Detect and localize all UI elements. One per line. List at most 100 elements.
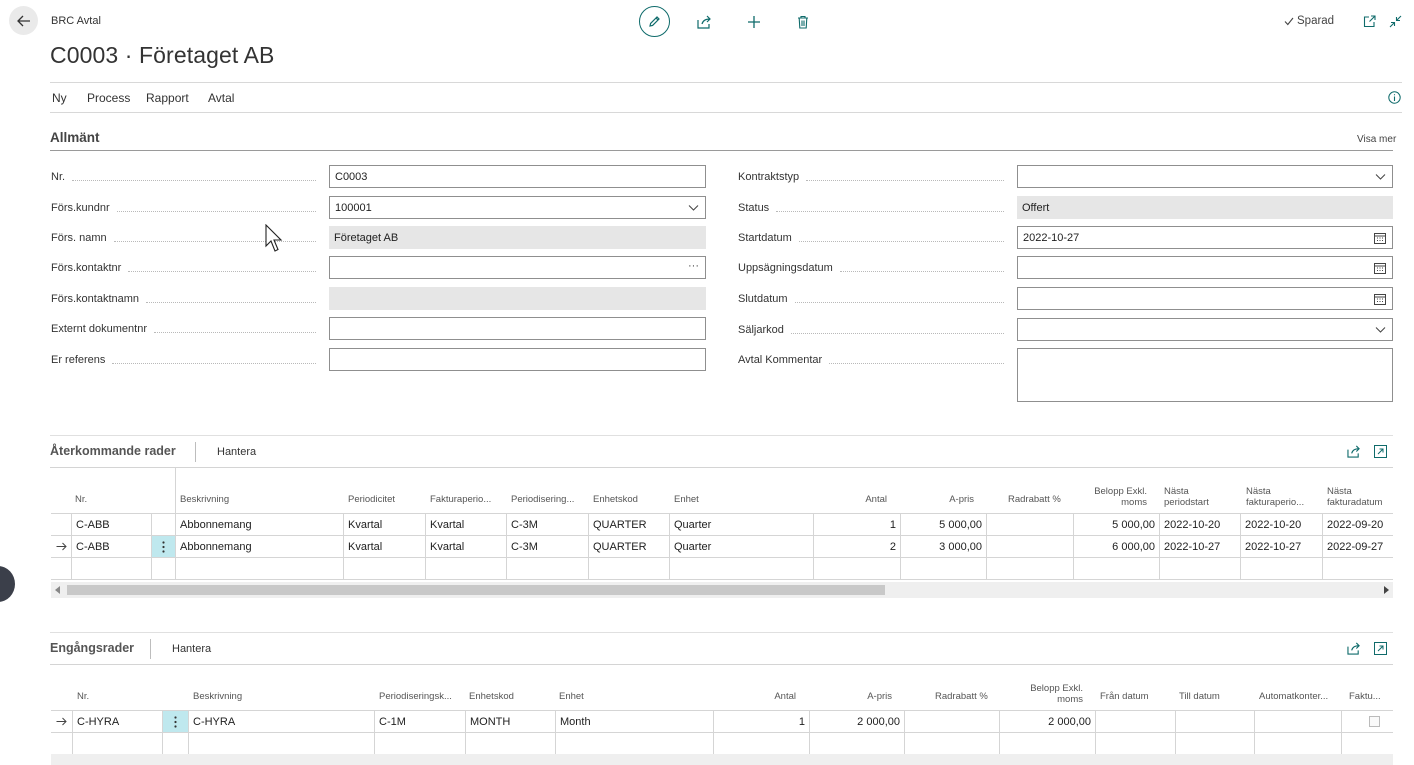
cell-empty[interactable] (713, 733, 809, 754)
cell-line-discount[interactable] (904, 711, 999, 732)
share-button[interactable] (694, 12, 714, 32)
cell-unit[interactable]: Month (555, 711, 713, 732)
col-header-description[interactable]: Beskrivning (180, 494, 229, 505)
cell-empty[interactable] (343, 558, 425, 579)
col-header-invoice-period[interactable]: Fakturaperio... (430, 494, 491, 505)
action-rapport[interactable]: Rapport (146, 91, 189, 105)
termination-date-input[interactable] (1017, 256, 1393, 279)
cell-empty[interactable] (904, 733, 999, 754)
col-header-unit-code[interactable]: Enhetskod (593, 494, 638, 505)
action-ny[interactable]: Ny (52, 91, 67, 105)
recurring-expand-button[interactable] (1372, 443, 1388, 459)
cell-invoice-period[interactable]: Kvartal (425, 536, 506, 557)
col-header-nr[interactable]: Nr. (77, 691, 89, 702)
col-header-amount[interactable]: Belopp Exkl. moms (1000, 683, 1083, 705)
start-date-input[interactable]: 2022-10-27 (1017, 226, 1393, 249)
cell-empty[interactable] (506, 558, 588, 579)
comment-textarea[interactable] (1017, 348, 1393, 402)
onetime-manage-menu[interactable]: Hantera (172, 643, 211, 655)
cell-next-invoice-date[interactable]: 2022-09-27 (1322, 536, 1393, 557)
cell-next-invoice-period[interactable]: 2022-10-20 (1240, 514, 1322, 535)
col-header-line-discount[interactable]: Radrabatt % (935, 691, 988, 702)
table-row[interactable]: C-HYRA C-HYRA C-1M MONTH Month 1 2 000,0… (51, 710, 1393, 733)
cell-unit-code[interactable]: MONTH (465, 711, 555, 732)
cell-description[interactable]: Abbonnemang (175, 536, 343, 557)
cell-accrual[interactable]: C-3M (506, 514, 588, 535)
cell-quantity[interactable]: 2 (813, 536, 900, 557)
cell-empty[interactable] (72, 733, 162, 754)
cell-unit[interactable]: Quarter (669, 514, 813, 535)
show-more-link[interactable]: Visa mer (1357, 134, 1396, 145)
row-menu-button[interactable] (162, 711, 188, 732)
col-header-quantity[interactable]: Antal (715, 691, 796, 702)
edit-button[interactable] (639, 6, 670, 37)
cell-empty[interactable] (809, 733, 904, 754)
cell-empty[interactable] (175, 558, 343, 579)
table-row-empty[interactable] (51, 732, 1393, 755)
cell-empty[interactable] (1159, 558, 1240, 579)
cell-empty[interactable] (188, 733, 374, 754)
col-header-from-date[interactable]: Från datum (1100, 691, 1149, 702)
col-header-periodicity[interactable]: Periodicitet (348, 494, 395, 505)
cell-description[interactable]: C-HYRA (188, 711, 374, 732)
scroll-right-icon[interactable] (1383, 586, 1389, 594)
scroll-left-icon[interactable] (55, 586, 61, 594)
col-header-unit[interactable]: Enhet (674, 494, 699, 505)
col-header-to-date[interactable]: Till datum (1179, 691, 1220, 702)
bottom-scrollbar-track[interactable] (51, 754, 1393, 765)
recurring-share-button[interactable] (1346, 443, 1362, 459)
cell-periodicity[interactable]: Kvartal (343, 514, 425, 535)
back-button[interactable] (9, 6, 38, 35)
cell-to-date[interactable] (1175, 711, 1254, 732)
cell-nr[interactable]: C-ABB (71, 536, 151, 557)
col-header-unit-price[interactable]: A-pris (810, 691, 892, 702)
col-header-line-discount[interactable]: Radrabatt % (1008, 494, 1061, 505)
recurring-manage-menu[interactable]: Hantera (217, 446, 256, 458)
cell-unit[interactable]: Quarter (669, 536, 813, 557)
cell-empty[interactable] (465, 733, 555, 754)
cell-next-period-start[interactable]: 2022-10-27 (1159, 536, 1240, 557)
cell-empty[interactable] (374, 733, 465, 754)
col-header-invoice[interactable]: Faktu... (1349, 691, 1381, 702)
salesperson-select[interactable] (1017, 318, 1393, 341)
onetime-share-button[interactable] (1346, 640, 1362, 656)
cell-quantity[interactable]: 1 (813, 514, 900, 535)
cell-unit-price[interactable]: 5 000,00 (900, 514, 986, 535)
col-header-next-invoice-date[interactable]: Nästa fakturadatum (1327, 486, 1382, 508)
ellipsis-icon[interactable]: ··· (688, 260, 699, 272)
col-header-unit-code[interactable]: Enhetskod (469, 691, 514, 702)
cell-description[interactable]: Abbonnemang (175, 514, 343, 535)
cell-empty[interactable] (986, 558, 1073, 579)
open-new-window-button[interactable] (1360, 12, 1378, 30)
col-header-next-period-start[interactable]: Nästa periodstart (1164, 486, 1209, 508)
delete-button[interactable] (793, 12, 813, 32)
recurring-lines-title[interactable]: Återkommande rader (50, 444, 176, 458)
onetime-expand-button[interactable] (1372, 640, 1388, 656)
cell-next-period-start[interactable]: 2022-10-20 (1159, 514, 1240, 535)
col-header-unit[interactable]: Enhet (559, 691, 584, 702)
new-button[interactable] (744, 12, 764, 32)
col-header-accrual[interactable]: Periodisering... (511, 494, 574, 505)
action-avtal[interactable]: Avtal (208, 91, 234, 105)
customer-no-select[interactable]: 100001 (329, 196, 706, 219)
cell-empty[interactable] (1240, 558, 1322, 579)
cell-unit-code[interactable]: QUARTER (588, 514, 669, 535)
cell-empty[interactable] (71, 558, 151, 579)
your-reference-input[interactable] (329, 348, 706, 371)
contact-no-input[interactable]: ··· (329, 256, 706, 279)
general-section-title[interactable]: Allmänt (50, 130, 100, 145)
calendar-icon[interactable] (1374, 293, 1386, 305)
col-header-amount[interactable]: Belopp Exkl. moms (1073, 486, 1147, 508)
cell-empty[interactable] (1175, 733, 1254, 754)
action-process[interactable]: Process (87, 91, 130, 105)
cell-quantity[interactable]: 1 (713, 711, 809, 732)
table-row-empty[interactable] (51, 557, 1393, 580)
cell-empty[interactable] (425, 558, 506, 579)
cell-empty[interactable] (1322, 558, 1393, 579)
cell-from-date[interactable] (1095, 711, 1175, 732)
col-header-unit-price[interactable]: A-pris (900, 494, 974, 505)
cell-invoice[interactable] (1341, 711, 1393, 732)
nr-input[interactable]: C0003 (329, 165, 706, 188)
calendar-icon[interactable] (1374, 232, 1386, 244)
scrollbar-thumb[interactable] (67, 585, 885, 595)
